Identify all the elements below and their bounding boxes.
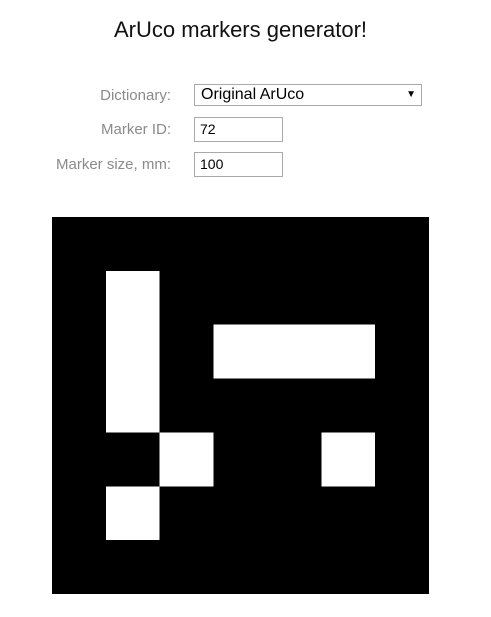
aruco-marker-image xyxy=(52,217,429,594)
marker-size-row: Marker size, mm: 100 xyxy=(0,152,491,178)
dictionary-select-value: Original ArUco xyxy=(201,86,305,103)
dictionary-row: Dictionary: Original ArUco ▼ xyxy=(0,83,491,109)
marker-id-label: Marker ID: xyxy=(100,121,171,138)
marker-cell xyxy=(105,378,160,433)
marker-size-value: 100 xyxy=(200,156,224,172)
page-title: ArUco markers generator! xyxy=(113,17,368,42)
marker-cell xyxy=(105,486,160,541)
marker-id-value: 72 xyxy=(200,121,216,137)
dictionary-select[interactable]: Original ArUco ▼ xyxy=(194,84,422,106)
marker-size-input[interactable]: 100 xyxy=(194,152,283,177)
dictionary-label: Dictionary: xyxy=(100,87,171,104)
marker-size-label: Marker size, mm: xyxy=(55,156,171,173)
marker-cell xyxy=(321,432,376,487)
marker-id-row: Marker ID: 72 xyxy=(0,117,491,143)
marker-cell xyxy=(105,324,160,379)
marker-cell xyxy=(213,324,268,379)
dropdown-arrow-icon: ▼ xyxy=(406,89,416,100)
marker-cell xyxy=(105,270,160,325)
aruco-marker xyxy=(52,217,429,594)
marker-cell xyxy=(267,324,322,379)
marker-cell xyxy=(321,324,376,379)
marker-id-input[interactable]: 72 xyxy=(194,117,283,142)
marker-cell xyxy=(159,432,214,487)
